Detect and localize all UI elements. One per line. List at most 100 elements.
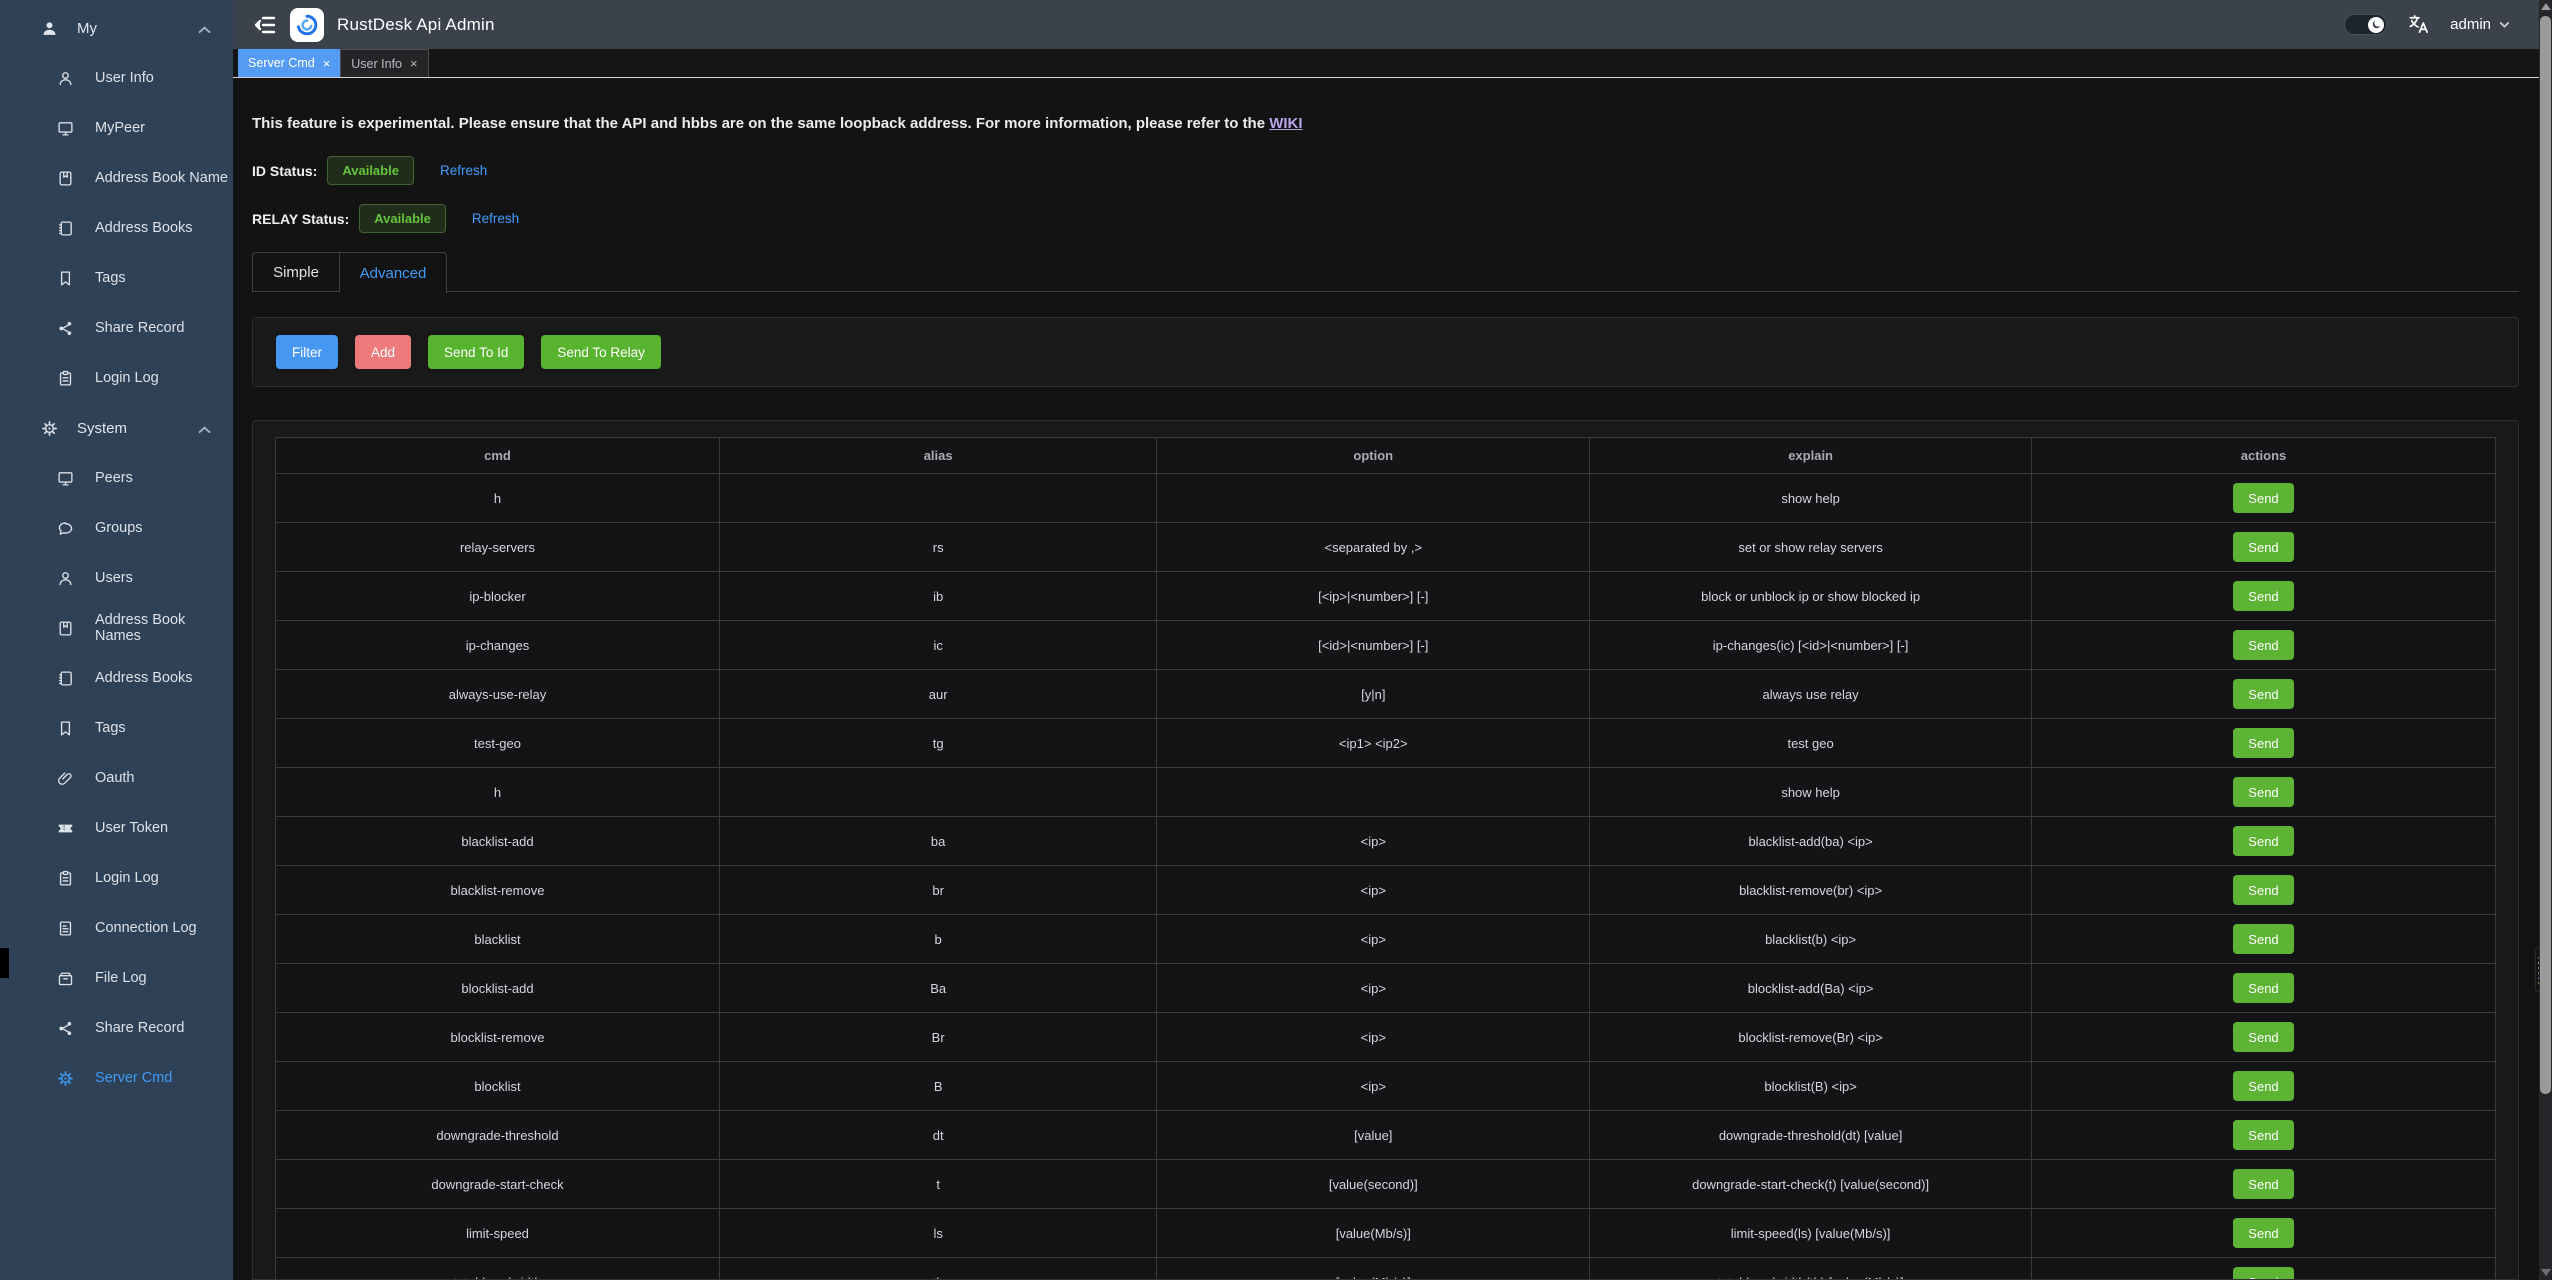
id-status-label: ID Status: — [252, 163, 317, 179]
main-content: This feature is experimental. Please ens… — [233, 78, 2539, 1280]
sidebar-item-user-token[interactable]: User Token — [0, 803, 233, 853]
cell-option — [1157, 768, 1590, 817]
sidebar-section-my[interactable]: My — [0, 3, 233, 53]
sidebar-item-connection-log[interactable]: Connection Log — [0, 903, 233, 953]
send-button[interactable]: Send — [2233, 630, 2293, 660]
sidebar-item-label: MyPeer — [95, 120, 145, 136]
tab-advanced[interactable]: Advanced — [340, 252, 447, 293]
command-table: cmdaliasoptionexplainactions hshow helpS… — [275, 437, 2496, 1280]
send-button[interactable]: Send — [2233, 1169, 2293, 1199]
sidebar-item-label: Connection Log — [95, 920, 197, 936]
scroll-up-arrow-icon[interactable] — [2541, 3, 2551, 10]
table-row: relay-serversrs<separated by ,>set or sh… — [276, 523, 2496, 572]
command-table-card: cmdaliasoptionexplainactions hshow helpS… — [252, 420, 2519, 1280]
send-button[interactable]: Send — [2233, 924, 2293, 954]
sidebar-item-user-info[interactable]: User Info — [0, 53, 233, 103]
send-button[interactable]: Send — [2233, 1120, 2293, 1150]
sidebar-item-tags[interactable]: Tags — [0, 703, 233, 753]
table-row: blacklist-addba<ip>blacklist-add(ba) <ip… — [276, 817, 2496, 866]
notebook-icon — [57, 170, 74, 187]
ticket-icon — [57, 820, 74, 837]
cell-actions: Send — [2031, 1258, 2495, 1280]
cell-cmd: blacklist-add — [276, 817, 720, 866]
send-to-relay-button[interactable]: Send To Relay — [541, 335, 661, 369]
send-button[interactable]: Send — [2233, 581, 2293, 611]
close-icon[interactable]: × — [323, 57, 331, 70]
sidebar-item-address-books[interactable]: Address Books — [0, 653, 233, 703]
cell-actions: Send — [2031, 964, 2495, 1013]
box-icon — [57, 970, 74, 987]
chevron-up-icon[interactable] — [196, 22, 209, 35]
window-scrollbar[interactable] — [2539, 0, 2552, 1280]
rustdesk-logo-icon — [290, 8, 324, 42]
sidebar-item-users[interactable]: Users — [0, 553, 233, 603]
sidebar-section-system[interactable]: System — [0, 403, 233, 453]
sidebar-item-share-record[interactable]: Share Record — [0, 303, 233, 353]
tab-simple[interactable]: Simple — [252, 252, 340, 292]
sidebar-item-peers[interactable]: Peers — [0, 453, 233, 503]
id-refresh-link[interactable]: Refresh — [440, 163, 487, 178]
scrollbar-thumb[interactable] — [2540, 16, 2551, 1094]
send-button[interactable]: Send — [2233, 728, 2293, 758]
wiki-link[interactable]: WIKI — [1269, 115, 1302, 132]
cell-cmd: ip-changes — [276, 621, 720, 670]
send-button[interactable]: Send — [2233, 1218, 2293, 1248]
chevron-up-icon[interactable] — [196, 422, 209, 435]
sidebar-item-share-record[interactable]: Share Record — [0, 1003, 233, 1053]
column-header-cmd: cmd — [276, 438, 720, 474]
send-button[interactable]: Send — [2233, 1071, 2293, 1101]
send-to-id-button[interactable]: Send To Id — [428, 335, 524, 369]
cell-explain: blocklist-add(Ba) <ip> — [1590, 964, 2032, 1013]
send-button[interactable]: Send — [2233, 1022, 2293, 1052]
sidebar-item-file-log[interactable]: File Log — [0, 953, 233, 1003]
collapse-menu-icon[interactable] — [253, 13, 277, 37]
scroll-down-arrow-icon[interactable] — [2541, 1269, 2551, 1276]
send-button[interactable]: Send — [2233, 532, 2293, 562]
send-button[interactable]: Send — [2233, 679, 2293, 709]
cell-explain: show help — [1590, 474, 2032, 523]
cell-actions: Send — [2031, 523, 2495, 572]
filter-button[interactable]: Filter — [276, 335, 338, 369]
sidebar-item-mypeer[interactable]: MyPeer — [0, 103, 233, 153]
dark-mode-toggle[interactable] — [2344, 14, 2387, 35]
close-icon[interactable]: × — [410, 57, 418, 70]
send-button[interactable]: Send — [2233, 973, 2293, 1003]
cell-explain: blocklist-remove(Br) <ip> — [1590, 1013, 2032, 1062]
sidebar-scrollbar-thumb[interactable] — [0, 948, 9, 978]
page-tabbar: Server Cmd × User Info × — [233, 49, 2539, 78]
sidebar-item-address-book-name[interactable]: Address Book Name — [0, 153, 233, 203]
sidebar-item-tags[interactable]: Tags — [0, 253, 233, 303]
add-button[interactable]: Add — [355, 335, 411, 369]
relay-refresh-link[interactable]: Refresh — [472, 211, 519, 226]
cell-option — [1157, 474, 1590, 523]
sidebar-item-login-log[interactable]: Login Log — [0, 853, 233, 903]
send-button[interactable]: Send — [2233, 826, 2293, 856]
tab-label: Server Cmd — [248, 56, 315, 70]
cell-alias — [720, 474, 1157, 523]
translate-icon[interactable] — [2407, 13, 2430, 36]
send-button[interactable]: Send — [2233, 483, 2293, 513]
cell-explain: total-bandwidth(tb) [value(Mb/s)] — [1590, 1258, 2032, 1280]
tab-user-info[interactable]: User Info × — [340, 49, 428, 77]
send-button[interactable]: Send — [2233, 1267, 2293, 1280]
section-label: System — [77, 420, 127, 437]
cell-option: <ip1> <ip2> — [1157, 719, 1590, 768]
cell-option: [value(second)] — [1157, 1160, 1590, 1209]
sidebar-item-login-log[interactable]: Login Log — [0, 353, 233, 403]
tab-server-cmd[interactable]: Server Cmd × — [238, 49, 340, 77]
app-header: RustDesk Api Admin admin — [233, 0, 2539, 49]
sidebar-item-address-books[interactable]: Address Books — [0, 203, 233, 253]
sidebar-item-oauth[interactable]: Oauth — [0, 753, 233, 803]
table-header-row: cmdaliasoptionexplainactions — [276, 438, 2496, 474]
sidebar-item-groups[interactable]: Groups — [0, 503, 233, 553]
send-button[interactable]: Send — [2233, 875, 2293, 905]
user-menu[interactable]: admin — [2450, 16, 2511, 33]
cell-actions: Send — [2031, 1013, 2495, 1062]
table-row: limit-speedls[value(Mb/s)]limit-speed(ls… — [276, 1209, 2496, 1258]
cell-explain: always use relay — [1590, 670, 2032, 719]
cell-option: <ip> — [1157, 915, 1590, 964]
sidebar-item-address-book-names[interactable]: Address Book Names — [0, 603, 233, 653]
sidebar-item-label: Login Log — [95, 370, 159, 386]
sidebar-item-server-cmd[interactable]: Server Cmd — [0, 1053, 233, 1103]
send-button[interactable]: Send — [2233, 777, 2293, 807]
